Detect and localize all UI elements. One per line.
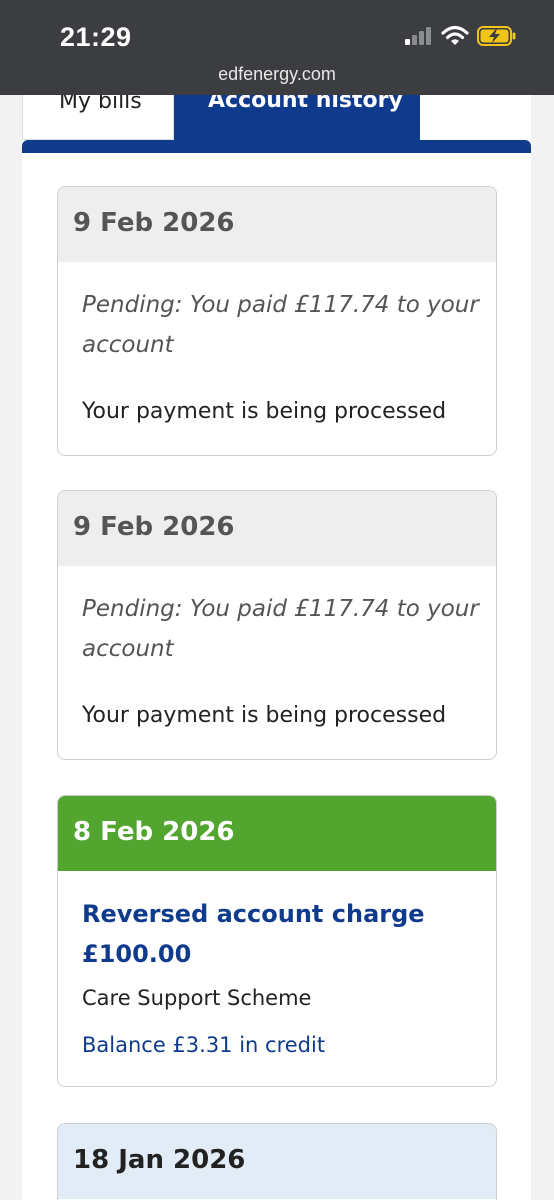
- entry-date: 9 Feb 2026: [73, 208, 235, 238]
- entry-date-header: 8 Feb 2026: [58, 796, 496, 871]
- entry-date-header: 18 Jan 2026: [58, 1124, 496, 1199]
- entry-date-header: 9 Feb 2026: [58, 187, 496, 262]
- status-bar: 21:29 edfenergy.com: [0, 0, 554, 95]
- history-entry[interactable]: 18 Jan 2026: [57, 1123, 497, 1200]
- entry-subtitle: Care Support Scheme: [82, 986, 312, 1010]
- entry-description: Pending: You paid £117.74 to your accoun…: [82, 292, 479, 358]
- cellular-signal-icon: [405, 27, 431, 45]
- clock: 21:29: [60, 22, 132, 52]
- wifi-icon: [441, 25, 469, 45]
- entry-date: 8 Feb 2026: [73, 817, 235, 847]
- entry-status: Your payment is being processed: [82, 399, 447, 424]
- entry-date: 9 Feb 2026: [73, 512, 235, 542]
- address-bar-url[interactable]: edfenergy.com: [0, 64, 554, 85]
- history-entry[interactable]: 9 Feb 2026 Pending: You paid £117.74 to …: [57, 186, 497, 456]
- history-entry[interactable]: 9 Feb 2026 Pending: You paid £117.74 to …: [57, 490, 497, 760]
- entry-description: Pending: You paid £117.74 to your accoun…: [82, 596, 479, 662]
- history-entry[interactable]: 8 Feb 2026 Reversed account charge £100.…: [57, 795, 497, 1087]
- entry-date-header: 9 Feb 2026: [58, 491, 496, 566]
- entry-date: 18 Jan 2026: [73, 1145, 246, 1175]
- tab-underline: [22, 140, 531, 153]
- entry-title: Reversed account charge £100.00: [82, 900, 425, 968]
- entry-status: Your payment is being processed: [82, 703, 447, 728]
- battery-charging-icon: [477, 26, 516, 46]
- entry-balance: Balance £3.31 in credit: [82, 1033, 326, 1057]
